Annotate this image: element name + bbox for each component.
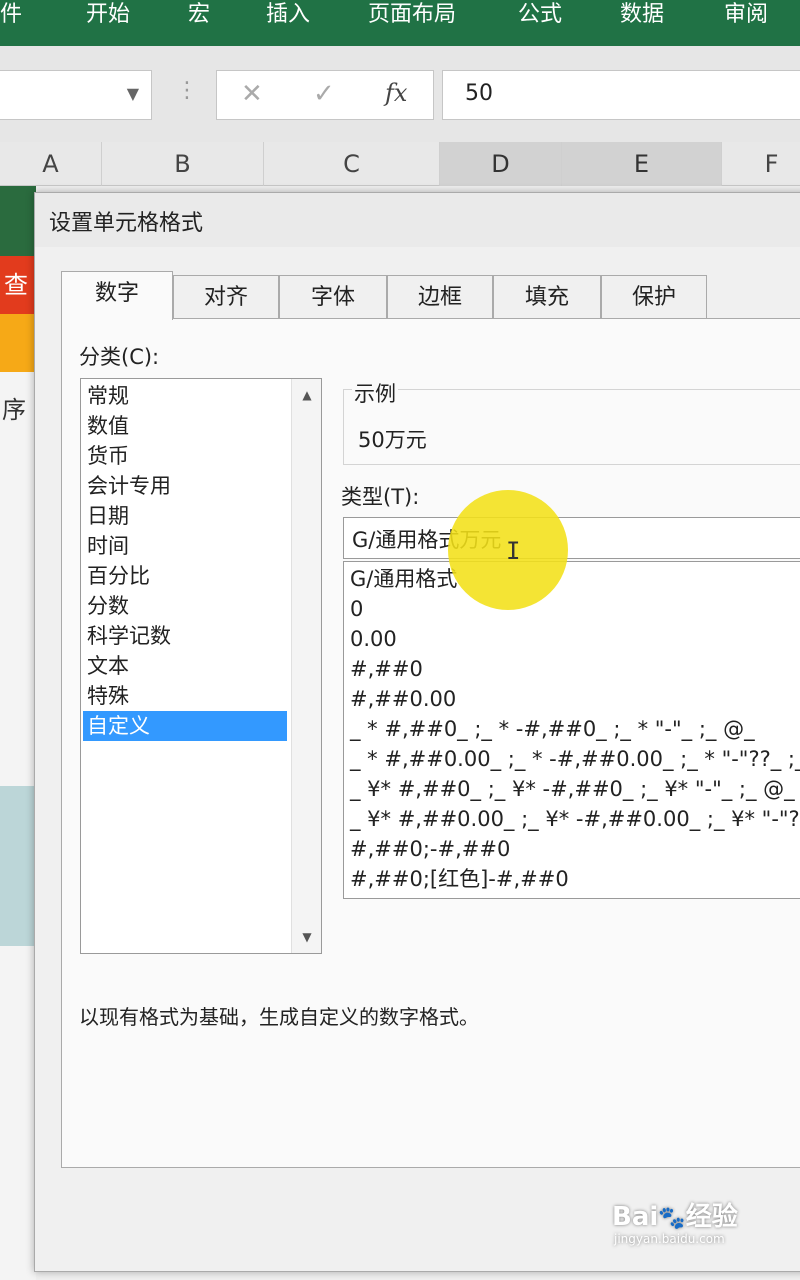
type-list-item[interactable]: #,##0;[红色]-#,##0 bbox=[350, 864, 569, 894]
formula-bar-grip-icon: ⋮ bbox=[176, 78, 198, 103]
type-label: 类型(T): bbox=[341, 485, 420, 509]
tab-protection[interactable]: 保护 bbox=[601, 275, 707, 319]
dialog-titlebar[interactable]: 设置单元格格式 bbox=[35, 193, 800, 247]
tab-border[interactable]: 边框 bbox=[387, 275, 493, 319]
fx-icon[interactable]: fx bbox=[385, 79, 407, 107]
dialog-title: 设置单元格格式 bbox=[49, 211, 204, 236]
category-item[interactable]: 会计专用 bbox=[83, 471, 287, 501]
sheet-background: 查 序 bbox=[0, 186, 36, 1280]
tab-font[interactable]: 字体 bbox=[279, 275, 387, 319]
column-header-a[interactable]: A bbox=[0, 142, 102, 186]
category-item[interactable]: 特殊 bbox=[83, 681, 287, 711]
category-item-selected[interactable]: 自定义 bbox=[83, 711, 287, 741]
ribbon-tab-formulas[interactable]: 公式 bbox=[518, 0, 562, 34]
category-scrollbar[interactable]: ▲ ▼ bbox=[291, 379, 321, 953]
ribbon-tab-review[interactable]: 审阅 bbox=[724, 0, 768, 34]
sample-group: 示例 50万元 bbox=[343, 378, 800, 465]
ribbon-tab-insert[interactable]: 插入 bbox=[266, 0, 310, 34]
text-cursor-icon: I bbox=[506, 537, 521, 565]
ribbon-tab-macro[interactable]: 宏 bbox=[188, 0, 210, 34]
category-item[interactable]: 科学记数 bbox=[83, 621, 287, 651]
ribbon-tab-home[interactable]: 开始 bbox=[86, 0, 130, 34]
watermark-url: jingyan.baidu.com bbox=[614, 1232, 725, 1246]
category-item[interactable]: 文本 bbox=[83, 651, 287, 681]
ribbon-tab-page-layout[interactable]: 页面布局 bbox=[368, 0, 456, 34]
type-list-item[interactable]: 0.00 bbox=[350, 624, 397, 654]
tab-alignment[interactable]: 对齐 bbox=[173, 275, 279, 319]
enter-icon[interactable]: ✓ bbox=[313, 79, 335, 109]
category-item[interactable]: 货币 bbox=[83, 441, 287, 471]
baidu-watermark: Bai🐾经验 jingyan.baidu.com bbox=[612, 1196, 738, 1246]
column-header-d[interactable]: D bbox=[440, 142, 562, 186]
scroll-down-icon[interactable]: ▼ bbox=[292, 923, 322, 951]
type-list-item[interactable]: _ * #,##0_ ;_ * -#,##0_ ;_ * "-"_ ;_ @_ bbox=[350, 714, 755, 744]
column-headers: A B C D E F bbox=[0, 142, 800, 186]
type-list[interactable]: G/通用格式 0 0.00 #,##0 #,##0.00 _ * #,##0_ … bbox=[343, 561, 800, 899]
sheet-orange-band bbox=[0, 314, 36, 372]
formula-input[interactable]: 50 bbox=[442, 70, 800, 120]
scroll-up-icon[interactable]: ▲ bbox=[292, 381, 322, 409]
ribbon-bar: 件 开始 宏 插入 页面布局 公式 数据 审阅 bbox=[0, 0, 800, 46]
sample-label: 示例 bbox=[352, 378, 398, 408]
column-header-e[interactable]: E bbox=[562, 142, 722, 186]
column-header-f[interactable]: F bbox=[722, 142, 800, 186]
watermark-brand: Bai bbox=[612, 1202, 659, 1232]
format-description: 以现有格式为基础，生成自定义的数字格式。 bbox=[79, 1005, 479, 1029]
format-cells-dialog: 设置单元格格式 数字 对齐 字体 边框 填充 保护 分类(C): 常规 数值 货… bbox=[34, 192, 800, 1272]
category-item[interactable]: 百分比 bbox=[83, 561, 287, 591]
type-list-item[interactable]: _ * #,##0.00_ ;_ * -#,##0.00_ ;_ * "-"??… bbox=[350, 744, 800, 774]
column-header-c[interactable]: C bbox=[264, 142, 440, 186]
sheet-title-band bbox=[0, 186, 36, 256]
type-list-item[interactable]: _ ¥* #,##0.00_ ;_ ¥* -#,##0.00_ ;_ ¥* "-… bbox=[350, 804, 800, 834]
sheet-header-cell[interactable]: 查 bbox=[0, 256, 36, 314]
type-list-item[interactable]: #,##0.00 bbox=[350, 684, 456, 714]
sheet-image bbox=[0, 786, 36, 946]
category-item[interactable]: 分数 bbox=[83, 591, 287, 621]
chevron-down-icon[interactable]: ▼ bbox=[127, 84, 139, 103]
column-header-b[interactable]: B bbox=[102, 142, 264, 186]
formula-buttons: ✕ ✓ fx bbox=[216, 70, 434, 120]
category-item[interactable]: 时间 bbox=[83, 531, 287, 561]
sample-value: 50万元 bbox=[358, 428, 427, 452]
formula-value: 50 bbox=[465, 81, 493, 106]
type-list-item[interactable]: 0 bbox=[350, 594, 363, 624]
category-item[interactable]: 日期 bbox=[83, 501, 287, 531]
ribbon-tab-data[interactable]: 数据 bbox=[620, 0, 664, 34]
category-item[interactable]: 常规 bbox=[83, 381, 287, 411]
type-list-item[interactable]: #,##0;-#,##0 bbox=[350, 834, 510, 864]
category-list[interactable]: 常规 数值 货币 会计专用 日期 时间 百分比 分数 科学记数 文本 特殊 自定… bbox=[80, 378, 322, 954]
cancel-icon[interactable]: ✕ bbox=[241, 79, 263, 109]
type-list-item[interactable]: _ ¥* #,##0_ ;_ ¥* -#,##0_ ;_ ¥* "-"_ ;_ … bbox=[350, 774, 795, 804]
tab-number[interactable]: 数字 bbox=[61, 271, 173, 320]
watermark-suffix: 经验 bbox=[685, 1202, 738, 1232]
tab-fill[interactable]: 填充 bbox=[493, 275, 601, 319]
sheet-cell-text[interactable]: 序 bbox=[2, 390, 26, 425]
type-list-item[interactable]: #,##0 bbox=[350, 654, 423, 684]
paw-icon: 🐾 bbox=[658, 1206, 686, 1231]
type-input[interactable]: G/通用格式万元 bbox=[343, 517, 800, 559]
name-box[interactable]: ▼ bbox=[0, 70, 152, 120]
ribbon-tab-file[interactable]: 件 bbox=[0, 0, 22, 34]
category-item[interactable]: 数值 bbox=[83, 411, 287, 441]
category-label: 分类(C): bbox=[79, 345, 160, 369]
type-list-item[interactable]: G/通用格式 bbox=[350, 564, 457, 594]
